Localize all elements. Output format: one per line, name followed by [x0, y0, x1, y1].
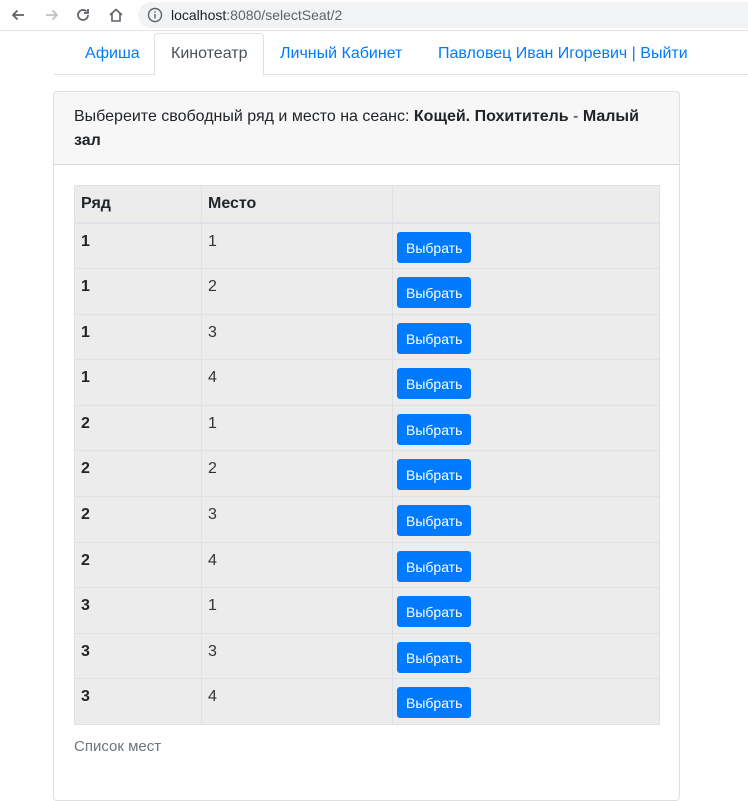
action-cell: Выбрать [392, 541, 660, 589]
tab-cinema[interactable]: Кинотеатр [154, 33, 265, 76]
url-text: localhost:8080/selectSeat/2 [171, 6, 342, 24]
seat-number: 2 [201, 450, 393, 498]
select-button[interactable]: Выбрать [397, 687, 472, 719]
row-number: 2 [74, 541, 202, 589]
table-row: 3 3 Выбрать [74, 632, 660, 680]
select-button[interactable]: Выбрать [397, 232, 472, 263]
action-cell: Выбрать [392, 268, 660, 315]
header-row: Ряд [74, 185, 202, 224]
row-number: 2 [74, 404, 202, 452]
select-button[interactable]: Выбрать [397, 596, 472, 628]
seat-number: 1 [201, 587, 393, 634]
select-button[interactable]: Выбрать [397, 322, 472, 354]
url-path: :8080/selectSeat/2 [226, 7, 343, 23]
seat-number: 1 [201, 222, 393, 270]
action-cell: Выбрать [392, 222, 660, 270]
action-cell: Выбрать [392, 678, 660, 726]
table-header-row: Ряд Место [74, 185, 660, 224]
row-number: 1 [74, 313, 202, 361]
address-bar[interactable]: localhost:8080/selectSeat/2 [138, 2, 748, 28]
action-cell: Выбрать [392, 359, 660, 406]
seat-table: Ряд Место 1 1 Выбрать 1 2 Выбрать 1 3 Вы… [74, 185, 660, 726]
site-info-icon[interactable] [147, 7, 163, 23]
header-seat: Место [201, 185, 393, 224]
movie-title: Кощей. Похититель [413, 108, 569, 125]
row-number: 1 [74, 222, 202, 270]
seat-number: 4 [201, 359, 393, 406]
row-number: 2 [74, 450, 202, 498]
select-button[interactable]: Выбрать [397, 459, 472, 491]
table-row: 1 1 Выбрать [74, 222, 660, 270]
row-number: 3 [74, 587, 202, 634]
select-button[interactable]: Выбрать [397, 368, 472, 400]
table-row: 2 2 Выбрать [74, 450, 660, 498]
table-row: 2 1 Выбрать [74, 404, 660, 452]
action-cell: Выбрать [392, 404, 660, 452]
row-number: 1 [74, 268, 202, 315]
row-number: 3 [74, 678, 202, 726]
tab-account[interactable]: Личный Кабинет [264, 33, 418, 75]
row-number: 2 [74, 496, 202, 543]
seat-number: 1 [201, 404, 393, 452]
table-caption: Список мест [74, 738, 162, 755]
table-row: 1 4 Выбрать [74, 359, 660, 406]
action-cell: Выбрать [392, 496, 660, 543]
table-row: 3 4 Выбрать [74, 678, 660, 726]
seat-number: 4 [201, 678, 393, 726]
seat-selection-card: Выбереите свободный ряд и место на сеанс… [53, 91, 680, 801]
table-row: 1 2 Выбрать [74, 268, 660, 315]
action-cell: Выбрать [392, 632, 660, 680]
card-header: Выбереите свободный ряд и место на сеанс… [54, 92, 679, 165]
reload-icon[interactable] [71, 4, 95, 26]
action-cell: Выбрать [392, 313, 660, 361]
tab-user-logout[interactable]: Павловец Иван Игоревич | Выйти [422, 33, 704, 75]
home-icon[interactable] [104, 4, 128, 26]
url-host: localhost [171, 7, 227, 23]
action-cell: Выбрать [392, 587, 660, 634]
select-button[interactable]: Выбрать [397, 641, 472, 673]
table-row: 1 3 Выбрать [74, 313, 660, 361]
select-button[interactable]: Выбрать [397, 550, 472, 582]
seat-number: 3 [201, 496, 393, 543]
row-number: 3 [74, 632, 202, 680]
seat-number: 3 [201, 632, 393, 680]
nav-tabs: Афиша Кинотеатр Личный Кабинет Павловец … [54, 33, 748, 76]
tab-afisha[interactable]: Афиша [69, 33, 156, 75]
row-number: 1 [74, 359, 202, 406]
seat-number: 3 [201, 313, 393, 361]
action-cell: Выбрать [392, 450, 660, 498]
prompt-text: Выбереите свободный ряд и место на сеанс… [74, 108, 414, 125]
table-row: 2 3 Выбрать [74, 496, 660, 543]
header-action [392, 185, 660, 224]
title-separator: - [568, 108, 583, 125]
table-row: 2 4 Выбрать [74, 541, 660, 589]
select-button[interactable]: Выбрать [397, 413, 472, 445]
forward-arrow-icon[interactable] [40, 4, 64, 26]
table-row: 3 1 Выбрать [74, 587, 660, 634]
select-button[interactable]: Выбрать [397, 277, 472, 309]
back-arrow-icon[interactable] [6, 4, 30, 26]
browser-toolbar: localhost:8080/selectSeat/2 [0, 0, 748, 31]
seat-number: 4 [201, 541, 393, 589]
seat-number: 2 [201, 268, 393, 315]
select-button[interactable]: Выбрать [397, 505, 472, 537]
